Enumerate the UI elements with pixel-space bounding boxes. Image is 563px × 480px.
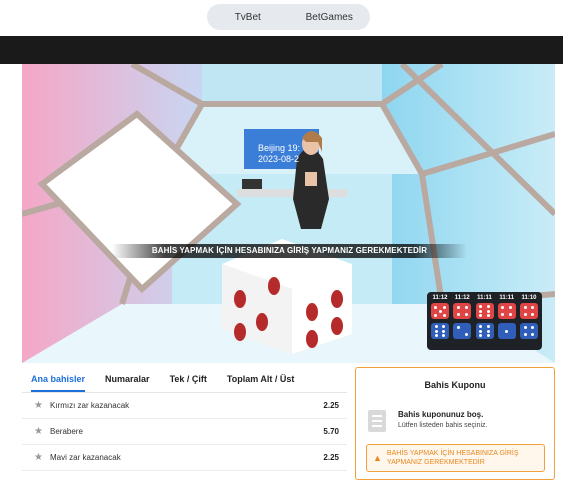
die-pip <box>479 314 483 318</box>
die-pip <box>443 305 446 309</box>
tab-total-under-over[interactable]: Toplam Alt / Üst <box>227 374 295 392</box>
red-die-icon <box>453 303 472 319</box>
studio-screen-line1: Beijing 19: <box>258 143 301 153</box>
blue-die-icon <box>431 323 449 339</box>
die-pip <box>486 304 490 308</box>
die-pip <box>531 325 535 329</box>
header-dark-bar <box>0 36 563 64</box>
top-bar: TvBet BetGames <box>0 0 563 36</box>
result-time: 11:12 <box>454 295 470 301</box>
die-pip <box>523 305 527 309</box>
die-pip <box>434 305 437 309</box>
die-pip <box>531 333 535 337</box>
bet-odd[interactable]: 2.25 <box>323 453 339 462</box>
die-pip <box>456 305 460 309</box>
die-pip <box>479 334 483 338</box>
die-pip <box>523 325 527 329</box>
bet-label: Berabere <box>50 427 83 436</box>
die-pip <box>479 329 483 333</box>
die-pip <box>505 329 509 333</box>
die-pip <box>486 324 490 328</box>
tab-tvbet[interactable]: TvBet <box>207 12 289 23</box>
bet-tabs: Ana bahisler Numaralar Tek / Çift Toplam… <box>22 367 347 393</box>
bet-row-blue-wins[interactable]: ★ Mavi zar kazanacak 2.25 <box>22 445 347 471</box>
blue-die-icon <box>520 323 538 339</box>
provider-tabs: TvBet BetGames <box>207 4 370 30</box>
warning-icon: ▲ <box>373 453 382 463</box>
die-pip <box>501 305 505 309</box>
die-pip <box>434 334 438 338</box>
star-icon[interactable]: ★ <box>34 400 44 411</box>
tab-numbers[interactable]: Numaralar <box>105 374 150 392</box>
coupon-empty-title: Bahis kuponunuz boş. <box>398 410 484 419</box>
blue-die-icon <box>497 323 516 339</box>
die-pip <box>438 309 442 313</box>
die-pip <box>531 313 535 317</box>
bet-label: Mavi zar kazanacak <box>50 453 121 462</box>
die-pip <box>464 305 468 309</box>
studio-screen-line2: 2023-08-2 <box>258 154 300 164</box>
login-required-banner: BAHİS YAPMAK İÇİN HESABINIZA GİRİŞ YAPMA… <box>112 244 467 258</box>
red-die-icon <box>497 303 516 319</box>
die-pip <box>486 314 490 318</box>
result-time: 11:12 <box>432 295 448 301</box>
die-pip <box>456 325 460 329</box>
die-pip <box>523 333 527 337</box>
star-icon[interactable]: ★ <box>34 426 44 437</box>
die-pip <box>442 329 446 333</box>
tab-main-bets[interactable]: Ana bahisler <box>31 374 86 392</box>
die-pip <box>442 334 446 338</box>
tab-betgames[interactable]: BetGames <box>289 12 371 23</box>
die-pip <box>464 313 468 317</box>
red-die-icon <box>431 303 449 319</box>
bet-odd[interactable]: 2.25 <box>323 401 339 410</box>
die-pip <box>509 313 513 317</box>
tab-odd-even[interactable]: Tek / Çift <box>170 374 207 392</box>
die-pip <box>486 329 490 333</box>
coupon-title: Bahis Kuponu <box>424 380 486 390</box>
live-video-stream[interactable]: Beijing 19: 2023-08-2 BAHİS YAPMAK İÇİN … <box>22 64 555 363</box>
star-icon[interactable]: ★ <box>34 452 44 463</box>
die-pip <box>442 324 446 328</box>
die-pip <box>443 313 446 317</box>
coupon-warning-text: BAHİS YAPMAK İÇİN HESABINIZA GİRİŞ YAPMA… <box>386 450 519 466</box>
result-time: 11:11 <box>477 295 492 301</box>
red-die-icon <box>475 303 494 319</box>
die-pip <box>479 324 483 328</box>
bet-row-draw[interactable]: ★ Berabere 5.70 <box>22 419 347 445</box>
red-die-icon <box>520 303 538 319</box>
die-pip <box>486 334 490 338</box>
die-pip <box>434 313 437 317</box>
die-pip <box>456 313 460 317</box>
result-time: 11:10 <box>521 295 537 301</box>
die-pip <box>531 305 535 309</box>
bets-panel: Ana bahisler Numaralar Tek / Çift Toplam… <box>22 367 347 480</box>
die-pip <box>434 329 438 333</box>
bet-row-red-wins[interactable]: ★ Kırmızı zar kazanacak 2.25 <box>22 393 347 419</box>
blue-die-icon <box>475 323 494 339</box>
die-pip <box>479 304 483 308</box>
die-pip <box>479 309 483 313</box>
result-time: 11:11 <box>499 295 515 301</box>
die-pip <box>523 313 527 317</box>
die-pip <box>486 309 490 313</box>
bet-coupon: Bahis Kuponu Bahis kuponunuz boş. Lütfen… <box>355 367 555 480</box>
recent-results-panel: 11:12 11:12 11:11 11:11 11:10 <box>427 292 542 350</box>
coupon-empty-state: Bahis kuponunuz boş. Lütfen listeden bah… <box>368 410 488 432</box>
bet-label: Kırmızı zar kazanacak <box>50 401 130 410</box>
die-pip <box>501 313 505 317</box>
coupon-empty-subtitle: Lütfen listeden bahis seçiniz. <box>398 422 488 429</box>
bet-odd[interactable]: 5.70 <box>323 427 339 436</box>
die-pip <box>509 305 513 309</box>
coupon-list-icon <box>368 410 386 432</box>
coupon-login-warning: ▲ BAHİS YAPMAK İÇİN HESABINIZA GİRİŞ YAP… <box>366 444 545 472</box>
die-pip <box>434 324 438 328</box>
blue-die-icon <box>453 323 472 339</box>
die-pip <box>464 333 468 337</box>
